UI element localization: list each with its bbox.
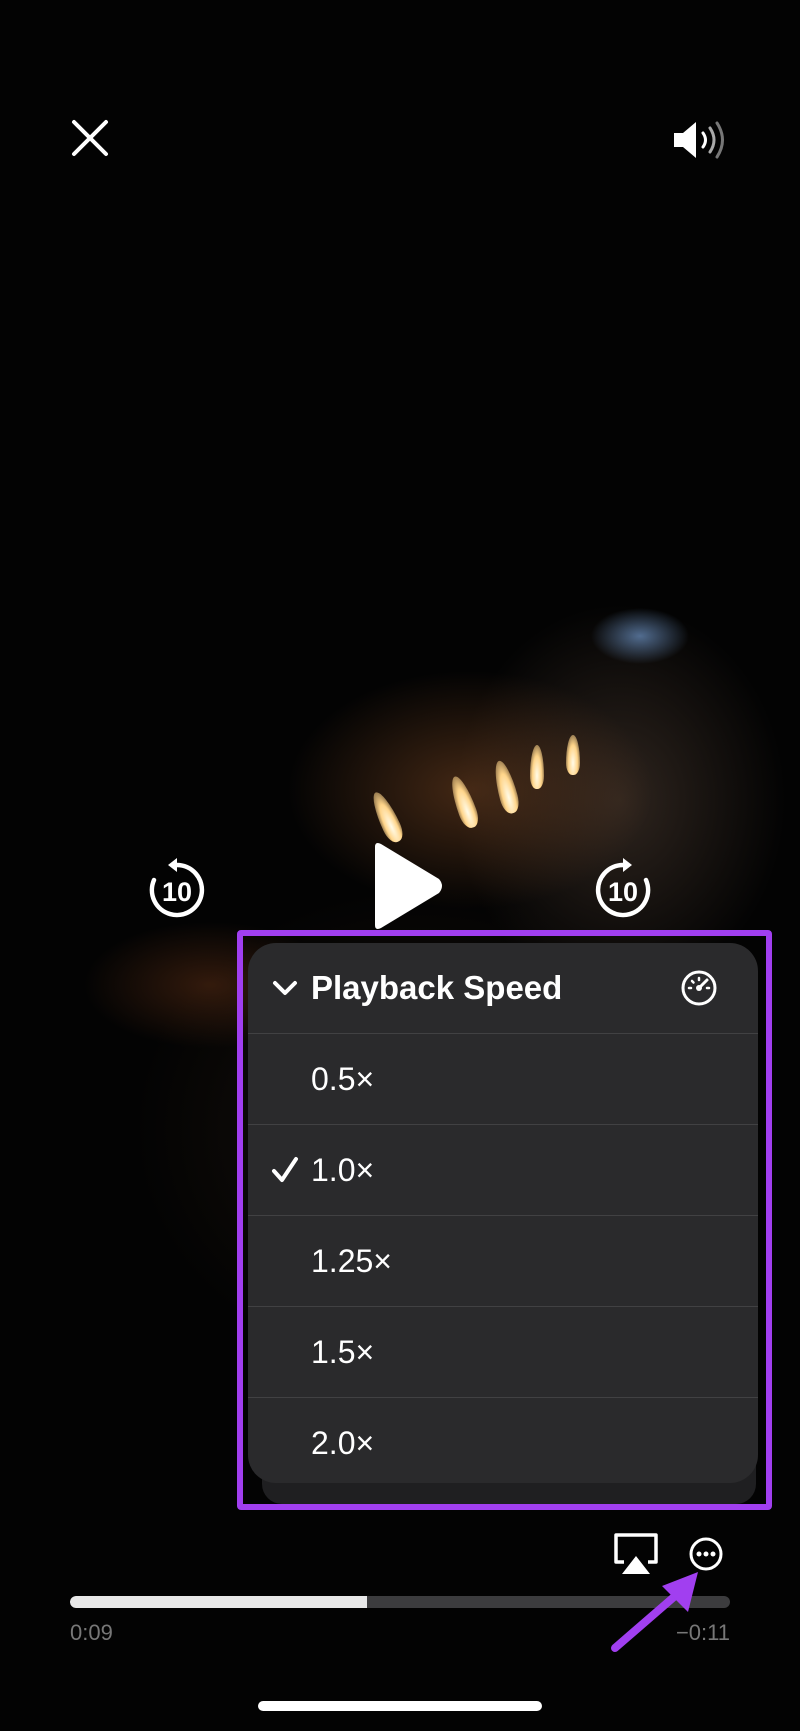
annotation-arrow-icon — [611, 1572, 698, 1652]
candle-flame — [490, 758, 522, 816]
skip-back-10-icon: 10 — [149, 858, 205, 918]
candle-flame — [566, 735, 580, 775]
candle-flame — [367, 788, 407, 846]
skip-forward-10-icon: 10 — [595, 858, 651, 918]
skip-back-label: 10 — [162, 877, 192, 907]
home-indicator[interactable] — [258, 1701, 542, 1711]
skip-forward-button[interactable]: 10 — [591, 858, 655, 922]
skip-forward-label: 10 — [608, 877, 638, 907]
volume-icon[interactable] — [670, 118, 730, 162]
time-elapsed: 0:09 — [70, 1620, 113, 1645]
progress-fill — [70, 1596, 367, 1608]
candle-flame — [446, 773, 482, 831]
skip-back-button[interactable]: 10 — [145, 858, 209, 922]
play-icon[interactable] — [365, 841, 445, 931]
close-icon[interactable] — [70, 118, 110, 158]
highlight-box — [237, 930, 772, 1510]
candle-flame — [530, 745, 544, 789]
